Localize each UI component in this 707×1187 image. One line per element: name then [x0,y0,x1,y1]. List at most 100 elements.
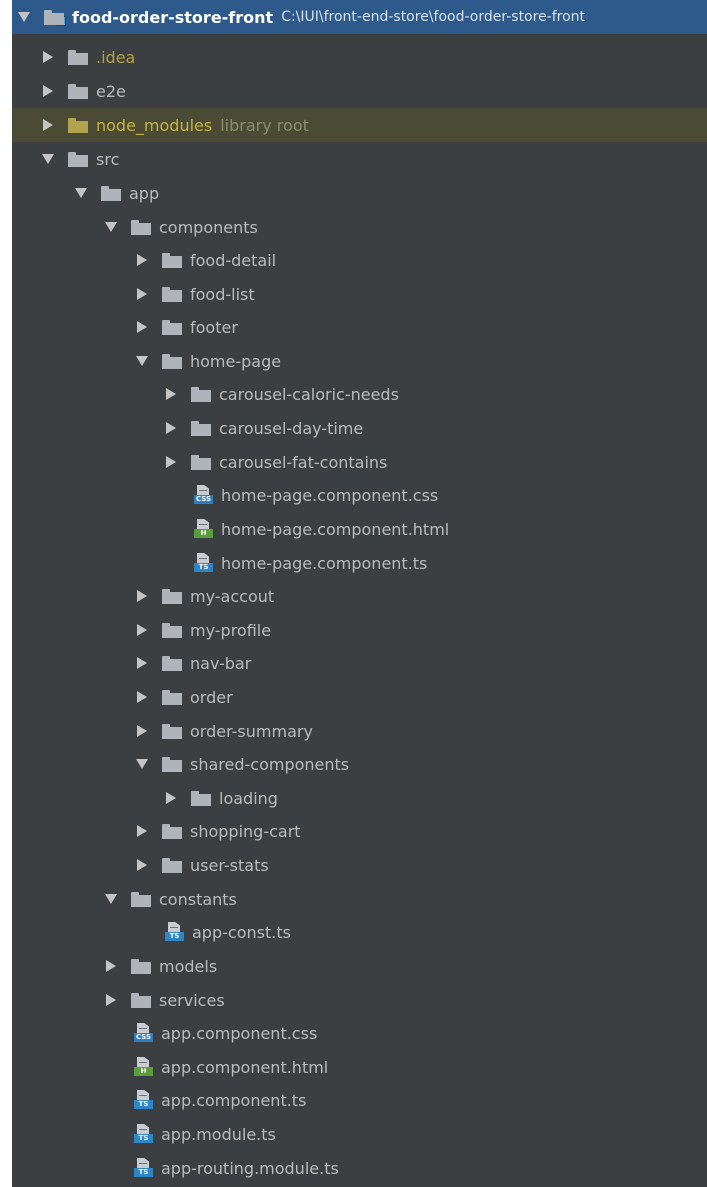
tree-node-app-const[interactable]: TS app-const.ts [12,915,707,949]
tree-node-root[interactable]: food-order-store-front C:\IUI\front-end-… [12,0,707,34]
tree-node-shopping-cart[interactable]: shopping-cart [12,814,707,848]
expand-toggle[interactable] [136,858,148,872]
tree-node-order-summary[interactable]: order-summary [12,714,707,748]
node-label: app.component.html [161,1057,329,1077]
tree-node-user-stats[interactable]: user-stats [12,848,707,882]
tree-node-models[interactable]: models [12,949,707,983]
chevron-right-icon [137,725,147,737]
tree-node-home-page-ts[interactable]: TS home-page.component.ts [12,546,707,580]
node-label: e2e [96,81,126,101]
expand-toggle[interactable] [42,118,54,132]
chevron-right-icon [43,85,53,97]
folder-icon [131,992,151,1008]
expand-toggle[interactable] [165,455,177,469]
expand-toggle[interactable] [136,623,148,637]
expand-toggle[interactable] [136,824,148,838]
expand-toggle[interactable] [42,84,54,98]
ts-file-icon: TS [164,922,184,942]
tree-node-home-page-css[interactable]: CSS home-page.component.css [12,478,707,512]
expand-toggle[interactable] [105,959,117,973]
tree-node-my-accout[interactable]: my-accout [12,579,707,613]
folder-icon [191,420,211,436]
tree-node-carousel-day-time[interactable]: carousel-day-time [12,411,707,445]
tree-node-app-routing[interactable]: TS app-routing.module.ts [12,1151,707,1185]
expand-toggle[interactable] [136,656,148,670]
node-label: components [159,217,258,237]
tree-node-nav-bar[interactable]: nav-bar [12,646,707,680]
chevron-right-icon [137,288,147,300]
tree-node-carousel-caloric-needs[interactable]: carousel-caloric-needs [12,377,707,411]
tree-node-my-profile[interactable]: my-profile [12,613,707,647]
node-label: order [190,687,233,707]
expand-toggle[interactable] [136,320,148,334]
chevron-down-icon [75,188,87,198]
tree-node-app-component-ts[interactable]: TS app.component.ts [12,1083,707,1117]
ts-file-icon: TS [133,1124,153,1144]
chevron-right-icon [137,254,147,266]
expand-toggle[interactable] [165,791,177,805]
expand-toggle[interactable] [165,387,177,401]
expand-toggle[interactable] [136,690,148,704]
folder-icon [162,723,182,739]
node-label: shared-components [190,754,350,774]
folder-icon [162,252,182,268]
tree-node-shared-components[interactable]: shared-components [12,747,707,781]
tree-node-app[interactable]: app [12,176,707,210]
node-label: app.component.ts [161,1090,307,1110]
tree-node-home-page[interactable]: home-page [12,344,707,378]
node-label: app-routing.module.ts [161,1158,339,1178]
tree-node-home-page-html[interactable]: H home-page.component.html [12,512,707,546]
chevron-right-icon [166,422,176,434]
node-label: app [129,183,160,203]
expand-toggle[interactable] [136,253,148,267]
node-label: shopping-cart [190,821,301,841]
tree-node-app-component-html[interactable]: H app.component.html [12,1050,707,1084]
tree-node-components[interactable]: components [12,210,707,244]
tree-node-carousel-fat-contains[interactable]: carousel-fat-contains [12,445,707,479]
folder-icon [162,689,182,705]
tree-node-order[interactable]: order [12,680,707,714]
expand-toggle[interactable] [105,220,117,234]
ts-file-icon: TS [193,553,213,573]
folder-icon [162,655,182,671]
expand-toggle[interactable] [165,421,177,435]
expand-toggle[interactable] [18,10,30,24]
node-label: .idea [96,47,136,67]
tree-node-idea[interactable]: .idea [12,40,707,74]
node-path: C:\IUI\front-end-store\food-order-store-… [281,9,586,25]
expand-toggle[interactable] [42,152,54,166]
node-label: carousel-day-time [219,418,364,438]
expand-toggle[interactable] [105,892,117,906]
node-label: home-page [190,351,282,371]
chevron-right-icon [137,321,147,333]
tree-node-src[interactable]: src [12,142,707,176]
tree-node-food-list[interactable]: food-list [12,277,707,311]
node-label: carousel-caloric-needs [219,384,399,404]
css-file-icon: CSS [133,1023,153,1043]
expand-toggle[interactable] [136,589,148,603]
expand-toggle[interactable] [136,724,148,738]
tree-node-food-detail[interactable]: food-detail [12,243,707,277]
chevron-right-icon [166,792,176,804]
expand-toggle[interactable] [136,354,148,368]
expand-toggle[interactable] [42,50,54,64]
tree-node-e2e[interactable]: e2e [12,74,707,108]
folder-icon [162,622,182,638]
tree-node-footer[interactable]: footer [12,310,707,344]
html-file-icon: H [193,519,213,539]
chevron-right-icon [137,691,147,703]
node-label: loading [219,788,278,808]
expand-toggle[interactable] [105,993,117,1007]
expand-toggle[interactable] [75,186,87,200]
html-file-icon: H [133,1057,153,1077]
folder-icon [131,219,151,235]
tree-node-loading[interactable]: loading [12,781,707,815]
tree-node-constants[interactable]: constants [12,882,707,916]
tree-node-services[interactable]: services [12,983,707,1017]
tree-node-app-component-css[interactable]: CSS app.component.css [12,1016,707,1050]
expand-toggle[interactable] [136,287,148,301]
tree-node-node-modules[interactable]: node_modules library root [12,108,707,142]
tree-node-app-module[interactable]: TS app.module.ts [12,1117,707,1151]
node-label: app.component.css [161,1023,318,1043]
expand-toggle[interactable] [136,757,148,771]
